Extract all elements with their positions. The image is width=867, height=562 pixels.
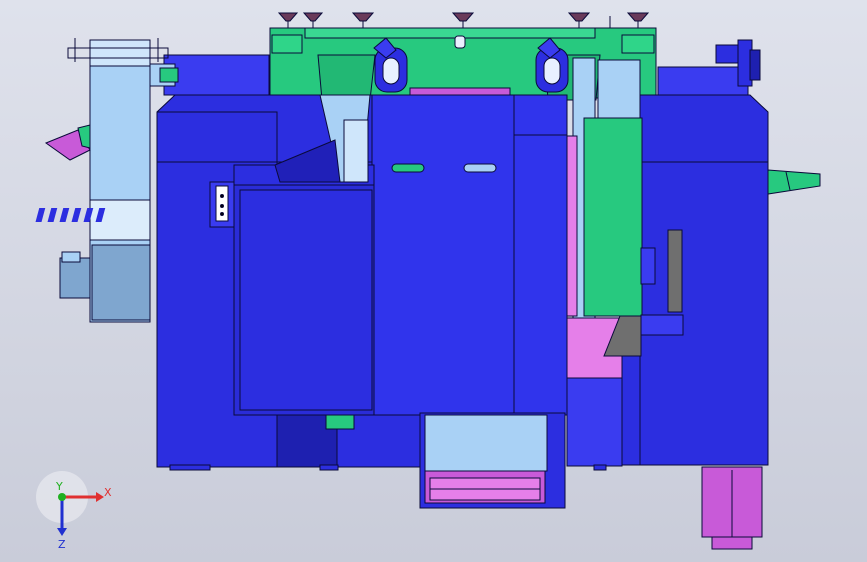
bottom-right-motor: [701, 466, 763, 550]
funnel-icon: [626, 12, 650, 22]
y-axis-dot: [58, 493, 66, 501]
cad-viewport[interactable]: X Y Z: [0, 0, 867, 562]
right-exit-chute: [767, 169, 821, 195]
funnel-icon: [351, 12, 375, 22]
front-door-panel: [209, 164, 375, 416]
funnel-icon: [277, 12, 299, 22]
y-axis-label: Y: [55, 480, 63, 493]
funnel-icon: [451, 12, 475, 22]
machine-assembly-drawing: X Y Z: [35, 12, 821, 551]
z-axis-label: Z: [58, 538, 66, 551]
funnel-icon: [567, 12, 591, 22]
x-axis-label: X: [104, 486, 112, 499]
center-column: [371, 94, 568, 416]
funnel-row: [277, 12, 650, 28]
funnel-icon: [302, 12, 324, 22]
coordinate-triad: [36, 471, 104, 536]
